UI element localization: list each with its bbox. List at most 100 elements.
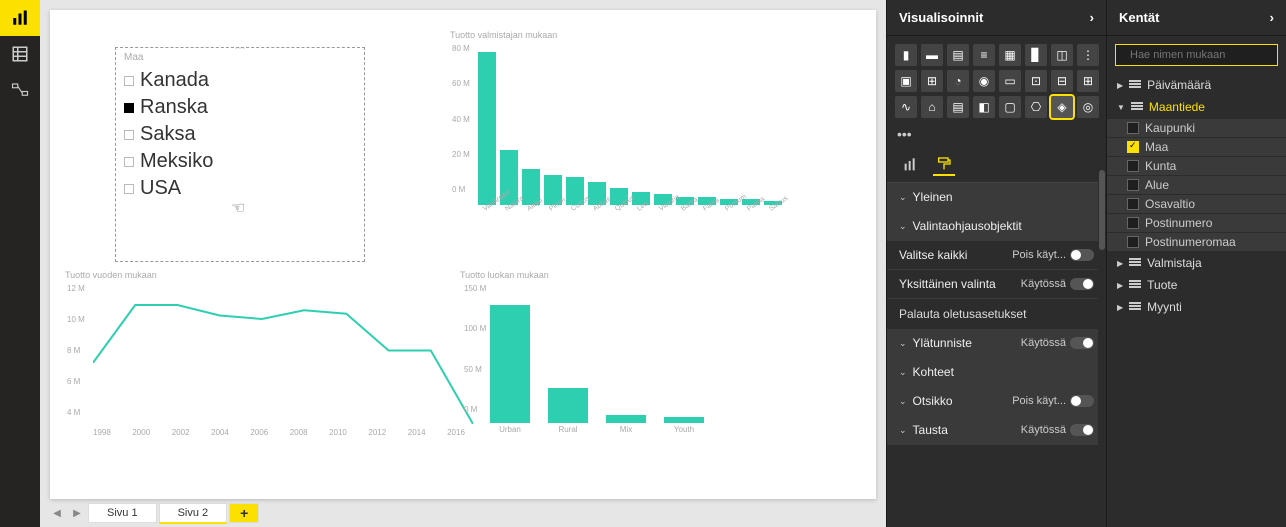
- single-select-toggle-row: Yksittäinen valinta Käytössä: [887, 270, 1106, 299]
- field-table[interactable]: ▶Myynti: [1107, 296, 1286, 318]
- viz-type-button[interactable]: ⎔: [1025, 96, 1047, 118]
- toggle-switch[interactable]: [1070, 249, 1094, 261]
- viz-type-button[interactable]: ▣: [895, 70, 917, 92]
- viz-type-button[interactable]: ▭: [999, 70, 1021, 92]
- format-tab[interactable]: [933, 154, 955, 176]
- checkbox-icon[interactable]: [1127, 179, 1139, 191]
- bar-chart-icon: [11, 9, 29, 27]
- checkbox-icon[interactable]: [1127, 141, 1139, 153]
- visualizations-header[interactable]: Visualisoinnit ›: [887, 0, 1106, 36]
- viz-type-button[interactable]: ◫: [1051, 44, 1073, 66]
- field-item[interactable]: Osavaltio: [1107, 195, 1286, 213]
- table-icon: [11, 45, 29, 63]
- checkbox-icon[interactable]: [124, 103, 134, 113]
- viz-type-button[interactable]: ◔: [947, 70, 969, 92]
- toggle-switch[interactable]: [1070, 424, 1094, 436]
- left-nav-rail: [0, 0, 40, 527]
- fields-tab[interactable]: [899, 154, 921, 176]
- field-item[interactable]: Maa: [1107, 138, 1286, 156]
- restore-defaults-link[interactable]: Palauta oletusasetukset: [887, 299, 1106, 329]
- checkbox-icon[interactable]: [1127, 217, 1139, 229]
- viz-type-button[interactable]: ⋮: [1077, 44, 1099, 66]
- manufacturer-revenue-chart[interactable]: Tuotto valmistajan mukaan 80 M60 M40 M20…: [450, 30, 840, 214]
- slicer-item[interactable]: Meksiko: [116, 148, 364, 175]
- viz-type-button[interactable]: ◈: [1051, 96, 1073, 118]
- checkbox-icon[interactable]: [124, 184, 134, 194]
- viz-type-button[interactable]: ⌂: [921, 96, 943, 118]
- field-item[interactable]: Postinumero: [1107, 214, 1286, 232]
- viz-type-button[interactable]: ▤: [947, 96, 969, 118]
- chevron-right-icon: ▶: [1117, 303, 1123, 312]
- viz-type-button[interactable]: ⊞: [1077, 70, 1099, 92]
- field-item[interactable]: Kaupunki: [1107, 119, 1286, 137]
- viz-type-button[interactable]: ▬: [921, 44, 943, 66]
- field-item[interactable]: Kunta: [1107, 157, 1286, 175]
- viz-type-button[interactable]: ⊞: [921, 70, 943, 92]
- toggle-switch[interactable]: [1070, 395, 1094, 407]
- field-table[interactable]: ▼Maantiede: [1107, 96, 1286, 118]
- visualizations-panel: Visualisoinnit › ▮▬▤≡▦▊◫⋮▣⊞◔◉▭⊡⊟⊞∿⌂▤◧▢⎔◈…: [886, 0, 1106, 527]
- viz-type-button[interactable]: ≡: [973, 44, 995, 66]
- toggle-switch[interactable]: [1070, 337, 1094, 349]
- field-table[interactable]: ▶Päivämäärä: [1107, 74, 1286, 96]
- checkbox-icon[interactable]: [1127, 198, 1139, 210]
- checkbox-icon[interactable]: [1127, 122, 1139, 134]
- field-table[interactable]: ▶Tuote: [1107, 274, 1286, 296]
- viz-type-button[interactable]: ▊: [1025, 44, 1047, 66]
- field-item[interactable]: Postinumeromaa: [1107, 233, 1286, 251]
- format-section-background[interactable]: ⌄TaustaKäytössä: [887, 416, 1106, 445]
- yearly-revenue-chart[interactable]: Tuotto vuoden mukaan 12 M10 M8 M6 M4 M 1…: [65, 270, 465, 437]
- slicer-item[interactable]: Ranska: [116, 94, 364, 121]
- scrollbar[interactable]: [1098, 160, 1106, 527]
- search-box[interactable]: [1115, 44, 1278, 66]
- field-table[interactable]: ▶Valmistaja: [1107, 252, 1286, 274]
- table-icon: [1129, 80, 1141, 90]
- viz-type-button[interactable]: ◧: [973, 96, 995, 118]
- viz-type-button[interactable]: ▮: [895, 44, 917, 66]
- category-revenue-chart[interactable]: Tuotto luokan mukaan 150 M100 M50 M0 M U…: [460, 270, 840, 434]
- report-view-button[interactable]: [0, 0, 40, 36]
- report-page[interactable]: ⋯ Maa Kanada Ranska Saksa Meksiko USA☜ T…: [50, 10, 876, 499]
- search-input[interactable]: [1130, 49, 1272, 61]
- chevron-right-icon: ›: [1090, 10, 1094, 25]
- viz-type-button[interactable]: ▤: [947, 44, 969, 66]
- viz-type-button[interactable]: ◉: [973, 70, 995, 92]
- page-tab[interactable]: Sivu 2: [159, 503, 228, 524]
- slicer-visual[interactable]: ⋯ Maa Kanada Ranska Saksa Meksiko USA☜: [115, 47, 365, 262]
- format-section-title[interactable]: ⌄OtsikkoPois käyt...: [887, 387, 1106, 416]
- checkbox-icon[interactable]: [124, 157, 134, 167]
- format-section-selection[interactable]: ⌄Valintaohjausobjektit: [887, 212, 1106, 241]
- fields-header[interactable]: Kentät ›: [1107, 0, 1286, 36]
- checkbox-icon[interactable]: [124, 76, 134, 86]
- viz-type-button[interactable]: ∿: [895, 96, 917, 118]
- checkbox-icon[interactable]: [1127, 160, 1139, 172]
- format-section-general[interactable]: ⌄Yleinen: [887, 183, 1106, 212]
- model-view-button[interactable]: [0, 72, 40, 108]
- slicer-item[interactable]: Saksa: [116, 121, 364, 148]
- viz-type-button[interactable]: ▦: [999, 44, 1021, 66]
- add-page-button[interactable]: +: [229, 503, 259, 523]
- format-section-items[interactable]: ⌄Kohteet: [887, 358, 1106, 387]
- fields-panel: Kentät › ▶Päivämäärä ▼Maantiede Kaupunki…: [1106, 0, 1286, 527]
- slicer-item[interactable]: Kanada: [116, 67, 364, 94]
- viz-type-button[interactable]: ◎: [1077, 96, 1099, 118]
- viz-gallery: ▮▬▤≡▦▊◫⋮▣⊞◔◉▭⊡⊟⊞∿⌂▤◧▢⎔◈◎: [887, 36, 1106, 126]
- slicer-item[interactable]: USA☜: [116, 175, 364, 202]
- format-section-header[interactable]: ⌄YlätunnisteKäytössä: [887, 329, 1106, 358]
- toggle-switch[interactable]: [1070, 278, 1094, 290]
- viz-type-button[interactable]: ⊟: [1051, 70, 1073, 92]
- field-item[interactable]: Alue: [1107, 176, 1286, 194]
- viz-type-button[interactable]: ⊡: [1025, 70, 1047, 92]
- data-view-button[interactable]: [0, 36, 40, 72]
- chevron-right-icon: ›: [1270, 10, 1274, 25]
- viz-type-button[interactable]: ▢: [999, 96, 1021, 118]
- page-tab[interactable]: Sivu 1: [88, 503, 157, 523]
- next-page-button[interactable]: ▶: [68, 503, 86, 523]
- more-visuals-button[interactable]: •••: [887, 126, 1106, 148]
- checkbox-icon[interactable]: [124, 130, 134, 140]
- line-chart: [93, 284, 473, 424]
- drag-handle-icon[interactable]: ⋯: [226, 44, 254, 52]
- checkbox-icon[interactable]: [1127, 236, 1139, 248]
- prev-page-button[interactable]: ◀: [48, 503, 66, 523]
- bar-chart-bars: VanArsdelNaturaAliquiPirumCurrusAbbasQui…: [478, 44, 840, 214]
